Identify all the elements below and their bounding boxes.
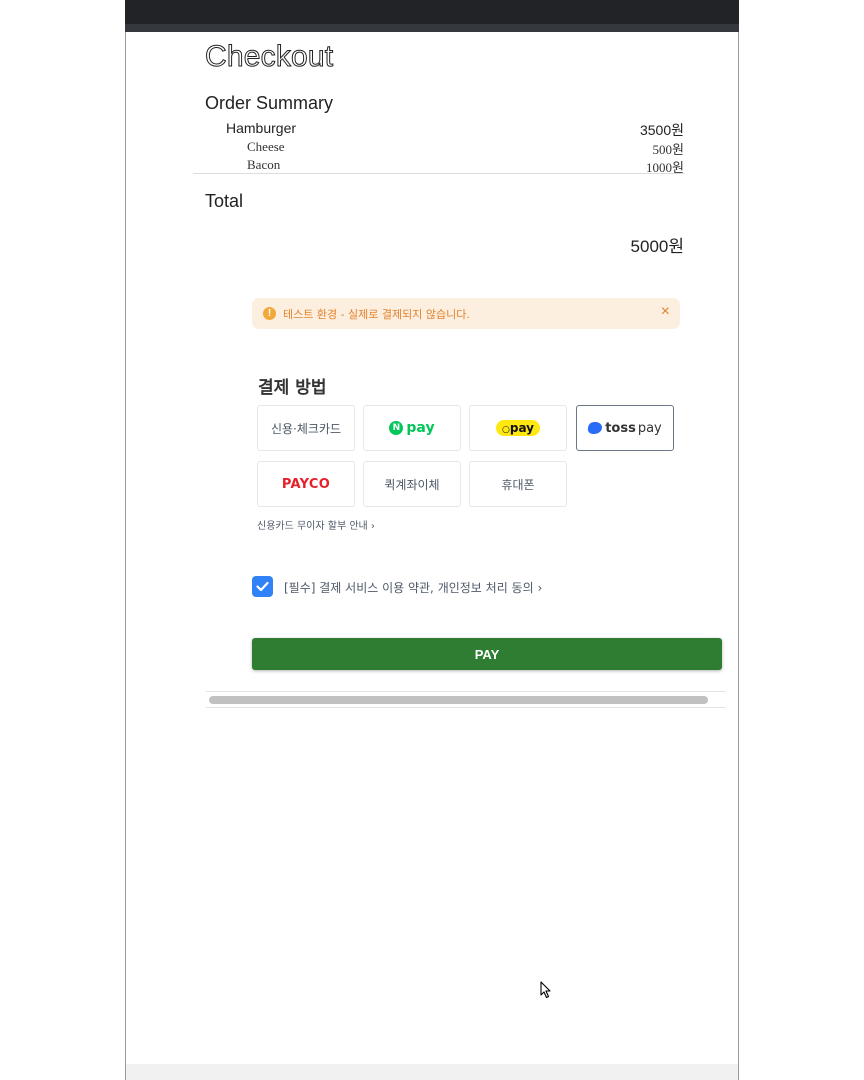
pay-method-label-bold: toss [605, 420, 636, 436]
kakaopay-logo: ○pay [496, 420, 540, 436]
pay-method-quick-transfer[interactable]: 퀵계좌이체 [363, 461, 461, 507]
page-title: Checkout [204, 40, 334, 74]
pay-method-kakaopay[interactable]: ○pay [469, 405, 567, 451]
horizontal-scrollbar[interactable] [209, 696, 708, 704]
pay-method-label: 휴대폰 [501, 477, 535, 492]
pay-method-label: pay [637, 420, 662, 436]
warning-icon: ! [263, 307, 276, 320]
agreement-checkbox[interactable] [252, 576, 273, 597]
agreement-text[interactable]: [필수] 결제 서비스 이용 약관, 개인정보 처리 동의 › [284, 579, 542, 596]
option-name: Cheese [247, 139, 285, 154]
close-icon[interactable]: × [661, 303, 670, 321]
naverpay-logo-icon: N [389, 421, 404, 435]
checkmark-icon [256, 581, 269, 592]
scroll-area-bottom-line [206, 707, 726, 708]
option-name: Bacon [247, 157, 281, 172]
pay-method-label: pay [509, 421, 534, 435]
item-name: Hamburger [226, 120, 297, 136]
pay-button[interactable]: PAY [252, 638, 722, 670]
browser-top-bar [125, 0, 739, 24]
pay-method-label: PAYCO [281, 476, 331, 492]
payment-method-title: 결제 방법 [258, 378, 327, 398]
pay-method-label: 신용·체크카드 [270, 421, 342, 436]
mouse-cursor-icon [540, 981, 551, 999]
pay-method-label: pay [406, 420, 435, 436]
total-label: Total [205, 191, 244, 211]
scroll-area-top-line [206, 691, 726, 692]
total-value: 5000원 [630, 237, 684, 256]
pay-method-tosspay[interactable]: toss pay [576, 405, 674, 451]
pay-method-label: 퀵계좌이체 [384, 477, 440, 492]
item-price: 3500원 [639, 122, 684, 138]
page-frame [125, 32, 739, 1080]
pay-method-payco[interactable]: PAYCO [257, 461, 355, 507]
browser-top-bar-strip [125, 24, 739, 32]
pay-method-phone[interactable]: 휴대폰 [469, 461, 567, 507]
alert-text: 테스트 환경 - 실제로 결제되지 않습니다. [283, 308, 470, 321]
order-summary-heading: Order Summary [205, 93, 334, 113]
pay-method-naverpay[interactable]: N pay [363, 405, 461, 451]
toss-logo-icon [587, 422, 604, 434]
bottom-strip [126, 1064, 738, 1080]
pay-method-card[interactable]: 신용·체크카드 [257, 405, 355, 451]
speech-bubble-icon: ○ [502, 425, 510, 435]
installment-info-link[interactable]: 신용카드 무이자 할부 안내 › [257, 517, 375, 532]
option-price: 500원 [652, 142, 684, 157]
test-environment-alert: ! 테스트 환경 - 실제로 결제되지 않습니다. × [252, 298, 680, 329]
summary-divider [193, 173, 685, 174]
